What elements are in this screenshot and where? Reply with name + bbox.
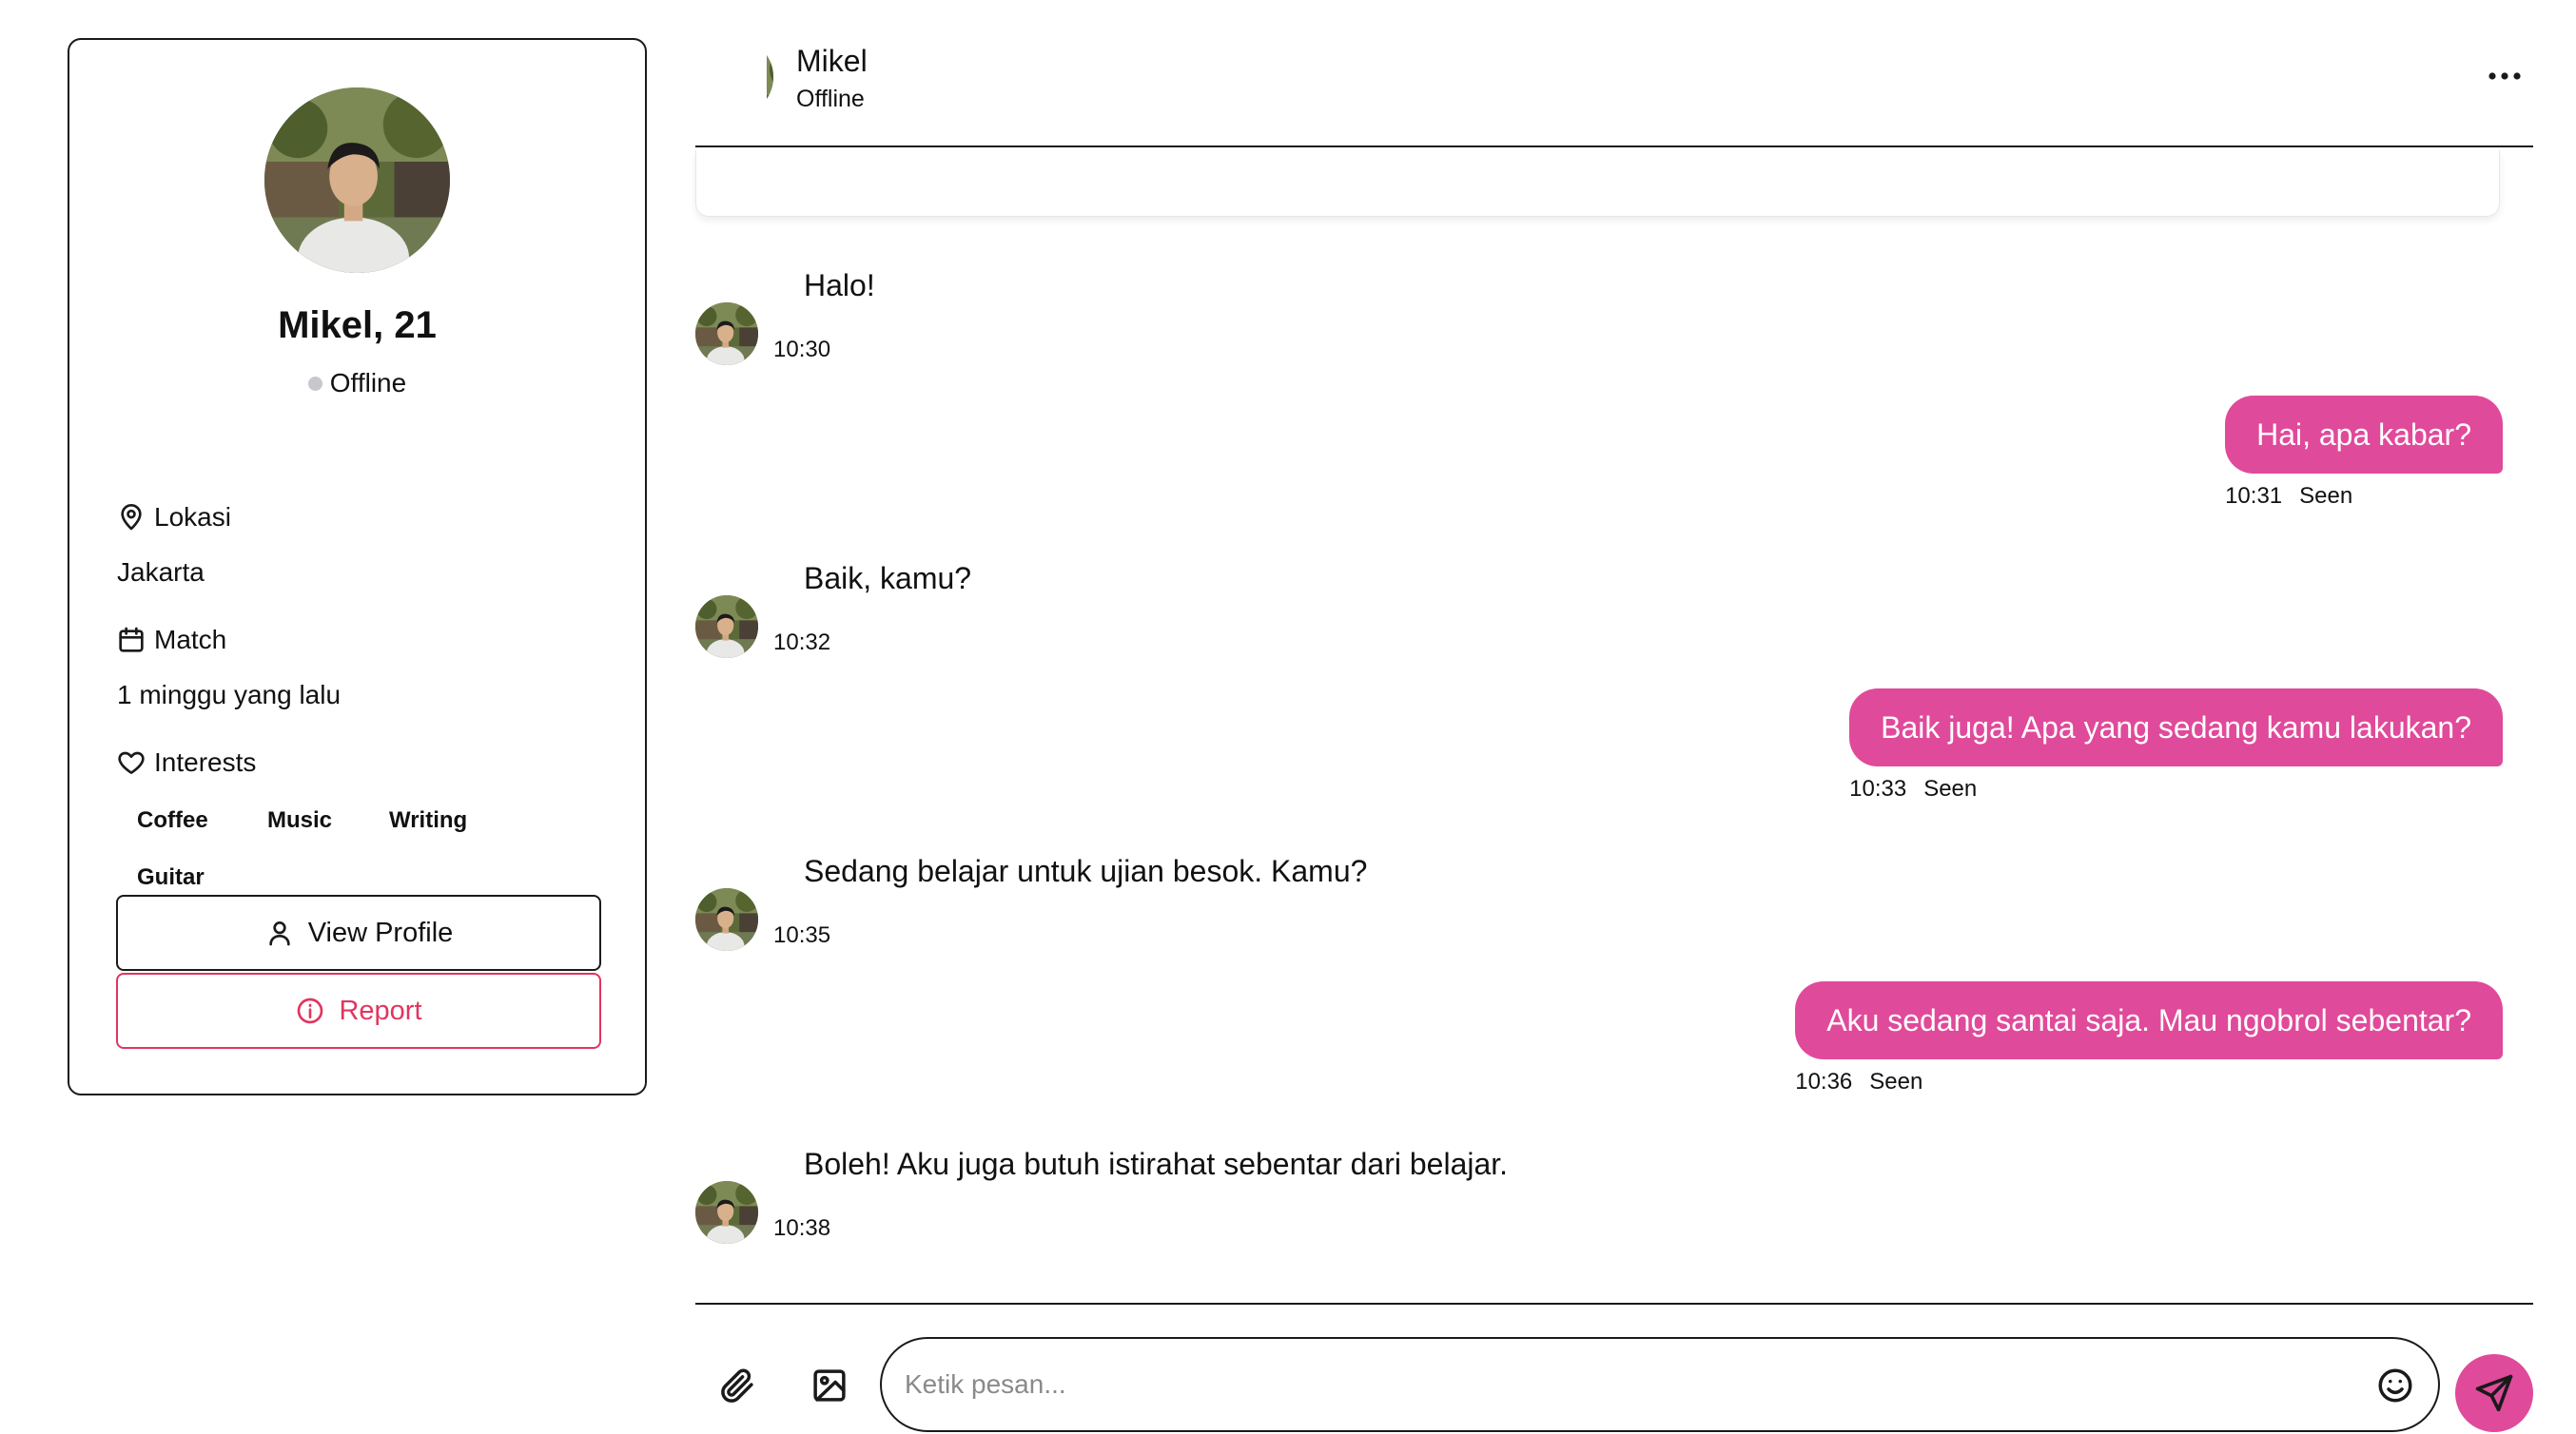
- message-time: 10:35: [773, 922, 831, 948]
- interest-chip: Music: [267, 807, 333, 833]
- profile-status-text: Offline: [329, 368, 407, 397]
- seen-status: Seen: [2299, 483, 2353, 509]
- interests-label: Interests: [116, 747, 256, 778]
- report-label: Report: [339, 995, 422, 1026]
- calendar-icon: [119, 627, 144, 652]
- heart-icon: [118, 751, 145, 774]
- emoji-button[interactable]: [2375, 1366, 2415, 1405]
- message-time: 10:30: [773, 337, 831, 362]
- message-text: Halo!: [804, 268, 875, 302]
- more-options-button[interactable]: [2476, 59, 2533, 93]
- message-text: Sedang belajar untuk ujian besok. Kamu?: [804, 854, 1368, 888]
- message-meta: 10:33 Seen: [1849, 776, 1977, 803]
- message-composer: [695, 1303, 2533, 1434]
- message-input-wrapper: [880, 1337, 2440, 1432]
- smile-icon: [2378, 1368, 2412, 1403]
- interest-chip: Guitar: [137, 864, 205, 890]
- chat-header-status: Offline: [796, 86, 865, 112]
- message-input[interactable]: [905, 1339, 2351, 1430]
- interests-label-text: Interests: [154, 747, 257, 777]
- message-time: 10:32: [773, 630, 831, 655]
- profile-avatar: [264, 87, 450, 273]
- interest-chip: Writing: [389, 807, 468, 833]
- map-pin-icon: [121, 504, 142, 531]
- view-profile-button[interactable]: View Profile: [116, 895, 601, 971]
- message-bubble: Hai, apa kabar?: [2225, 396, 2503, 474]
- send-button[interactable]: [2455, 1354, 2533, 1432]
- message-meta: 10:36 Seen: [1795, 1069, 1922, 1095]
- message-time: 10:38: [773, 1215, 831, 1241]
- location-label: Lokasi: [116, 502, 231, 533]
- sender-avatar: [695, 888, 758, 951]
- send-icon: [2475, 1374, 2513, 1412]
- sender-avatar: [695, 302, 758, 365]
- incoming-message: Baik, kamu? 10:32: [695, 521, 1647, 664]
- incoming-message: Boleh! Aku juga butuh istirahat sebentar…: [695, 1107, 1647, 1250]
- message-text: Baik, kamu?: [804, 561, 972, 595]
- incoming-message: Sedang belajar untuk ujian besok. Kamu? …: [695, 814, 1647, 957]
- incoming-message: Halo! 10:30: [695, 228, 1647, 371]
- profile-status: Offline: [69, 368, 645, 398]
- more-horizontal-icon: [2488, 72, 2521, 80]
- message-meta: 10:31 Seen: [2225, 483, 2352, 510]
- match-label: Match: [116, 625, 226, 655]
- chat-header: Mikel Offline: [695, 36, 2533, 147]
- message-list: Halo! 10:30 Hai, apa kabar? 10:31 Seen B…: [695, 228, 2503, 1293]
- message-text: Boleh! Aku juga butuh istirahat sebentar…: [804, 1147, 1509, 1181]
- interest-chip: Coffee: [137, 807, 208, 833]
- chat-header-name[interactable]: Mikel: [796, 44, 868, 79]
- profile-name-age: Mikel, 21: [278, 304, 437, 346]
- seen-status: Seen: [1923, 776, 1978, 802]
- chat-header-avatar[interactable]: [695, 38, 773, 116]
- sender-avatar: [695, 595, 758, 658]
- profile-card: Mikel, 21 Offline Lokasi Jakarta Match 1…: [68, 38, 647, 1095]
- message-time: 10:36: [1795, 1069, 1853, 1095]
- app-root: Mikel, 21 Offline Lokasi Jakarta Match 1…: [0, 0, 2576, 1434]
- paperclip-icon: [721, 1368, 753, 1403]
- location-value: Jakarta: [117, 557, 205, 587]
- outgoing-message: Aku sedang santai saja. Mau ngobrol sebe…: [1795, 981, 2503, 1095]
- message-bubble: Aku sedang santai saja. Mau ngobrol sebe…: [1795, 981, 2503, 1059]
- match-label-text: Match: [154, 625, 227, 654]
- match-value: 1 minggu yang lalu: [117, 680, 342, 709]
- offline-dot: [307, 376, 322, 391]
- message-bubble: Baik juga! Apa yang sedang kamu lakukan?: [1849, 688, 2503, 766]
- outgoing-message: Baik juga! Apa yang sedang kamu lakukan?…: [1849, 688, 2503, 803]
- message-history-loader: [695, 150, 2500, 217]
- message-time: 10:33: [1849, 776, 1907, 802]
- location-label-text: Lokasi: [154, 502, 231, 532]
- report-button[interactable]: Report: [116, 973, 601, 1049]
- image-upload-button[interactable]: [807, 1363, 852, 1408]
- outgoing-message: Hai, apa kabar? 10:31 Seen: [2225, 396, 2503, 510]
- sender-avatar: [695, 1181, 758, 1244]
- view-profile-label: View Profile: [307, 917, 454, 948]
- image-icon: [813, 1369, 846, 1402]
- user-icon: [269, 921, 290, 946]
- info-icon: [298, 998, 323, 1024]
- message-time: 10:31: [2225, 483, 2283, 509]
- attach-button[interactable]: [714, 1363, 760, 1408]
- seen-status: Seen: [1869, 1069, 1923, 1095]
